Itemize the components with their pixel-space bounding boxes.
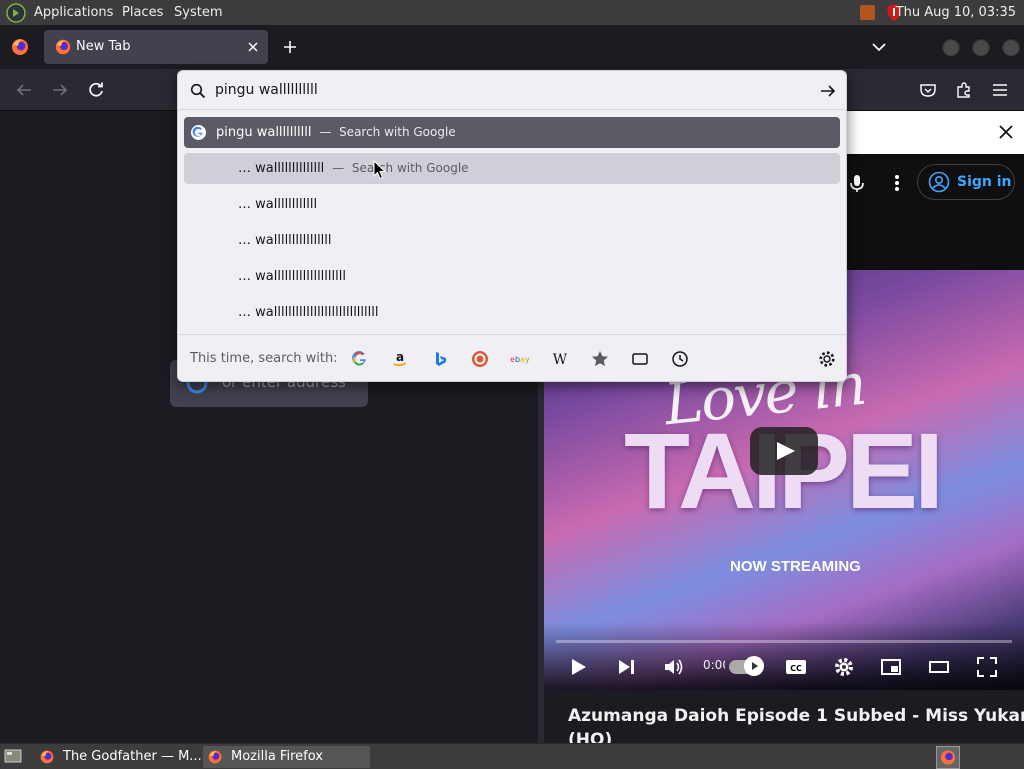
video-title[interactable]: Azumanga Daioh Episode 1 Subbed - Miss Y… (568, 706, 1024, 726)
menu-places[interactable]: Places (122, 0, 163, 25)
urlbar-result-row[interactable]: … wallllllllllll (184, 189, 840, 220)
firefox-icon (207, 749, 223, 765)
urlbar-result-text: pingu wallllllllll — Search with Google (216, 125, 456, 140)
large-play-button[interactable] (750, 427, 818, 475)
ebay-icon[interactable]: ebay (510, 349, 530, 369)
pocket-icon[interactable] (917, 79, 939, 101)
tab-new-tab[interactable]: New Tab (44, 30, 268, 64)
urlbar-result-text: … wallllllllllllllll (238, 233, 332, 248)
close-icon[interactable] (244, 38, 262, 56)
urlbar-result-row[interactable]: … wallllllllllllllllllll (184, 261, 840, 292)
progress-bar[interactable] (556, 640, 1012, 643)
account-icon (928, 171, 950, 193)
taskbar-item[interactable]: Mozilla Firefox (203, 746, 370, 768)
settings-gear-icon[interactable] (833, 656, 855, 678)
sign-in-button[interactable]: Sign in (917, 164, 1015, 200)
menu-system[interactable]: System (174, 0, 222, 25)
urlbar-result-text: … wallllllllllll (238, 197, 318, 212)
divider (178, 109, 846, 110)
search-icon (190, 83, 206, 99)
back-arrow-icon[interactable] (13, 79, 35, 101)
miniplayer-icon[interactable] (880, 656, 902, 678)
reload-icon[interactable] (85, 79, 107, 101)
tab-strip: New Tab (0, 25, 1024, 69)
urlbar-result-row[interactable]: pingu wallllllllll — Search with Google (184, 117, 840, 148)
urlbar-result-text: … wallllllllllllllllllll (238, 269, 346, 284)
tray-app-icon[interactable] (860, 5, 875, 20)
maximize-button[interactable] (972, 38, 990, 56)
svg-text:a: a (396, 350, 404, 364)
clock[interactable]: Thu Aug 10, 03:35 (896, 0, 1016, 25)
hamburger-menu-icon[interactable] (989, 79, 1011, 101)
theater-mode-icon[interactable] (928, 656, 950, 678)
microphone-icon[interactable] (846, 172, 868, 194)
firefox-view-icon[interactable] (10, 37, 30, 57)
time-display: 0:00 (703, 658, 725, 672)
amazon-icon[interactable]: a (390, 349, 410, 369)
taskbar-item-label: The Godfather — M... (63, 749, 202, 764)
minimize-button[interactable] (942, 38, 960, 56)
sign-in-label: Sign in (957, 174, 1012, 190)
svg-text:y: y (525, 355, 530, 364)
divider (178, 334, 846, 335)
bottom-taskbar: The Godfather — M... Mozilla Firefox (0, 743, 1024, 769)
fullscreen-icon[interactable] (976, 656, 998, 678)
tab-title: New Tab (76, 39, 131, 54)
new-tab-button[interactable] (280, 37, 300, 57)
google-icon[interactable] (350, 349, 370, 369)
mouse-pointer-icon (373, 160, 387, 180)
go-arrow-icon[interactable] (818, 81, 838, 101)
extensions-icon[interactable] (953, 79, 975, 101)
svg-text:CC: CC (790, 664, 802, 673)
firefox-icon (39, 749, 55, 765)
video-art-subtitle: NOW STREAMING (730, 558, 861, 575)
urlbar-result-text: … wallllllllllllll — Search with Google (238, 161, 469, 176)
urlbar-result-row[interactable]: … wallllllllllllllll (184, 225, 840, 256)
settings-gear-icon[interactable] (817, 349, 837, 369)
history-icon[interactable] (670, 349, 690, 369)
bing-icon[interactable] (430, 349, 450, 369)
urlbar-result-row[interactable]: … walllllllllllllllllllllllllllll (184, 297, 840, 328)
gnome-foot-icon[interactable] (6, 3, 26, 23)
forward-arrow-icon[interactable] (49, 79, 71, 101)
show-desktop-icon[interactable] (4, 748, 22, 764)
duckduckgo-icon[interactable] (470, 349, 490, 369)
subtitles-icon[interactable]: CC (785, 656, 807, 678)
one-off-search-label: This time, search with: (190, 351, 338, 366)
firefox-icon (54, 38, 72, 56)
next-icon[interactable] (615, 656, 637, 678)
taskbar-item[interactable]: The Godfather — M... (35, 746, 202, 768)
volume-icon[interactable] (662, 656, 684, 678)
wikipedia-icon[interactable]: W (550, 349, 570, 369)
urlbar-result-row[interactable]: … wallllllllllllll — Search with Google (184, 153, 840, 184)
chevron-down-icon[interactable] (870, 38, 888, 56)
play-icon[interactable] (567, 656, 589, 678)
top-panel: Applications Places System Thu Aug 10, 0… (0, 0, 1024, 26)
urlbar-popup: pingu wallllllllll — Search with Google … (177, 70, 847, 382)
workspace-switcher[interactable] (936, 746, 960, 769)
menu-applications[interactable]: Applications (34, 0, 113, 25)
bookmarks-icon[interactable] (590, 349, 610, 369)
more-vertical-icon[interactable] (888, 172, 906, 194)
taskbar-item-label: Mozilla Firefox (231, 749, 323, 764)
video-title-continued[interactable]: (HQ) (568, 730, 612, 743)
close-icon[interactable] (996, 122, 1016, 142)
google-icon (190, 124, 207, 141)
urlbar-input[interactable] (215, 79, 795, 101)
autoplay-play-icon[interactable] (744, 656, 764, 676)
svg-text:W: W (553, 352, 568, 368)
close-window-button[interactable] (1002, 38, 1020, 56)
tabs-icon[interactable] (630, 349, 650, 369)
urlbar-result-text: … walllllllllllllllllllllllllllll (238, 305, 379, 320)
